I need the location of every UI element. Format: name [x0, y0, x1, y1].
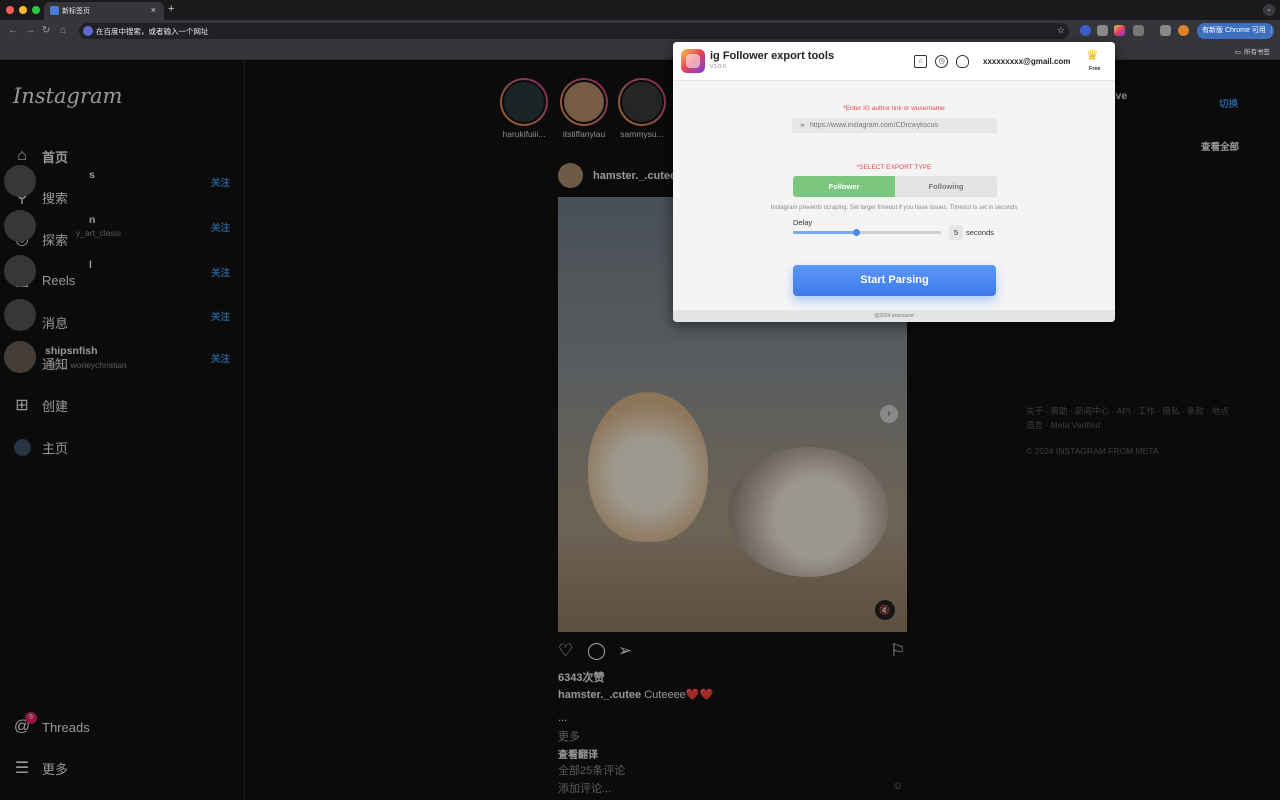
author-link-input[interactable]: [792, 118, 997, 133]
address-bar-placeholder: 在百度中搜索，或者输入一个网址: [96, 27, 209, 36]
side-panel-icon[interactable]: [1160, 25, 1171, 36]
bookmark-star-icon[interactable]: ☆: [1057, 25, 1065, 36]
screen: 新标签页 × + ⌄ ← → ↻ ⌂ 在百度中搜索，或者输入一个网址 ☆ 有新版…: [0, 0, 1280, 800]
all-bookmarks-button[interactable]: 所有书签: [1234, 46, 1270, 56]
minimize-window-button[interactable]: [19, 6, 27, 14]
close-window-button[interactable]: [6, 6, 14, 14]
history-clock-icon[interactable]: ◷: [935, 55, 948, 68]
account-email[interactable]: xxxxxxxxx@gmail.com: [983, 57, 1070, 66]
extension-logo-icon: [681, 49, 705, 73]
browser-tab[interactable]: 新标签页 ×: [44, 2, 164, 20]
follower-option-button[interactable]: Follower: [793, 176, 895, 197]
delay-slider-thumb[interactable]: [853, 229, 861, 236]
tab-title: 新标签页: [62, 8, 90, 15]
popup-title: ig Follower export tools: [710, 50, 835, 62]
start-parsing-button[interactable]: Start Parsing: [793, 265, 996, 296]
chrome-update-button[interactable]: 有新版 Chrome 可用 ⋮: [1197, 23, 1275, 39]
reload-button[interactable]: ↻: [42, 24, 50, 38]
headset-support-icon[interactable]: [956, 55, 969, 68]
delay-value-input[interactable]: 5: [949, 225, 963, 240]
new-tab-button[interactable]: +: [168, 3, 174, 15]
tab-search-button[interactable]: ⌄: [1263, 4, 1275, 16]
popup-version: V1.0.0: [710, 64, 726, 70]
home-button[interactable]: ⌂: [60, 24, 66, 38]
extension-icon-2[interactable]: [1097, 25, 1108, 36]
tab-close-icon[interactable]: ×: [151, 5, 156, 15]
extension-icon-1[interactable]: [1080, 25, 1091, 36]
home-icon[interactable]: ⌂: [914, 55, 927, 68]
delay-slider-fill: [793, 231, 857, 234]
following-option-button[interactable]: Following: [895, 176, 997, 197]
plan-badge[interactable]: Free: [1089, 66, 1101, 72]
delay-slider[interactable]: [793, 229, 941, 236]
address-bar[interactable]: 在百度中搜索，或者输入一个网址 ☆: [79, 23, 1069, 39]
popup-header: ig Follower export tools V1.0.0 ⌂ ◷ xxxx…: [673, 42, 1115, 81]
input-label: *Enter IG author link or wusername: [843, 105, 945, 112]
link-icon: ⚭: [799, 121, 806, 130]
export-type-label: *SELECT EXPORT TYPE: [856, 164, 932, 171]
delay-unit: seconds: [966, 228, 994, 237]
crown-icon[interactable]: ♛: [1086, 47, 1099, 63]
tab-favicon-icon: [50, 6, 59, 15]
browser-tab-bar: 新标签页 × + ⌄: [0, 0, 1280, 20]
delay-label: Delay: [793, 218, 813, 227]
extension-popup: ig Follower export tools V1.0.0 ⌂ ◷ xxxx…: [673, 42, 1115, 322]
forward-button[interactable]: →: [25, 24, 35, 38]
export-type-toggle: Follower Following: [793, 176, 997, 197]
profile-avatar-icon[interactable]: [1178, 25, 1189, 36]
browser-toolbar: ← → ↻ ⌂ 在百度中搜索，或者输入一个网址 ☆ 有新版 Chrome 可用 …: [0, 20, 1280, 42]
search-engine-icon: [83, 26, 93, 36]
popup-footer: @2024 xxxxxame: [673, 310, 1115, 322]
extensions-puzzle-icon[interactable]: [1133, 25, 1144, 36]
scraping-hint: Instagram prevents scraping. Set larger …: [770, 205, 1018, 211]
maximize-window-button[interactable]: [32, 6, 40, 14]
back-button[interactable]: ←: [8, 24, 18, 38]
ig-export-extension-icon[interactable]: [1114, 25, 1125, 36]
